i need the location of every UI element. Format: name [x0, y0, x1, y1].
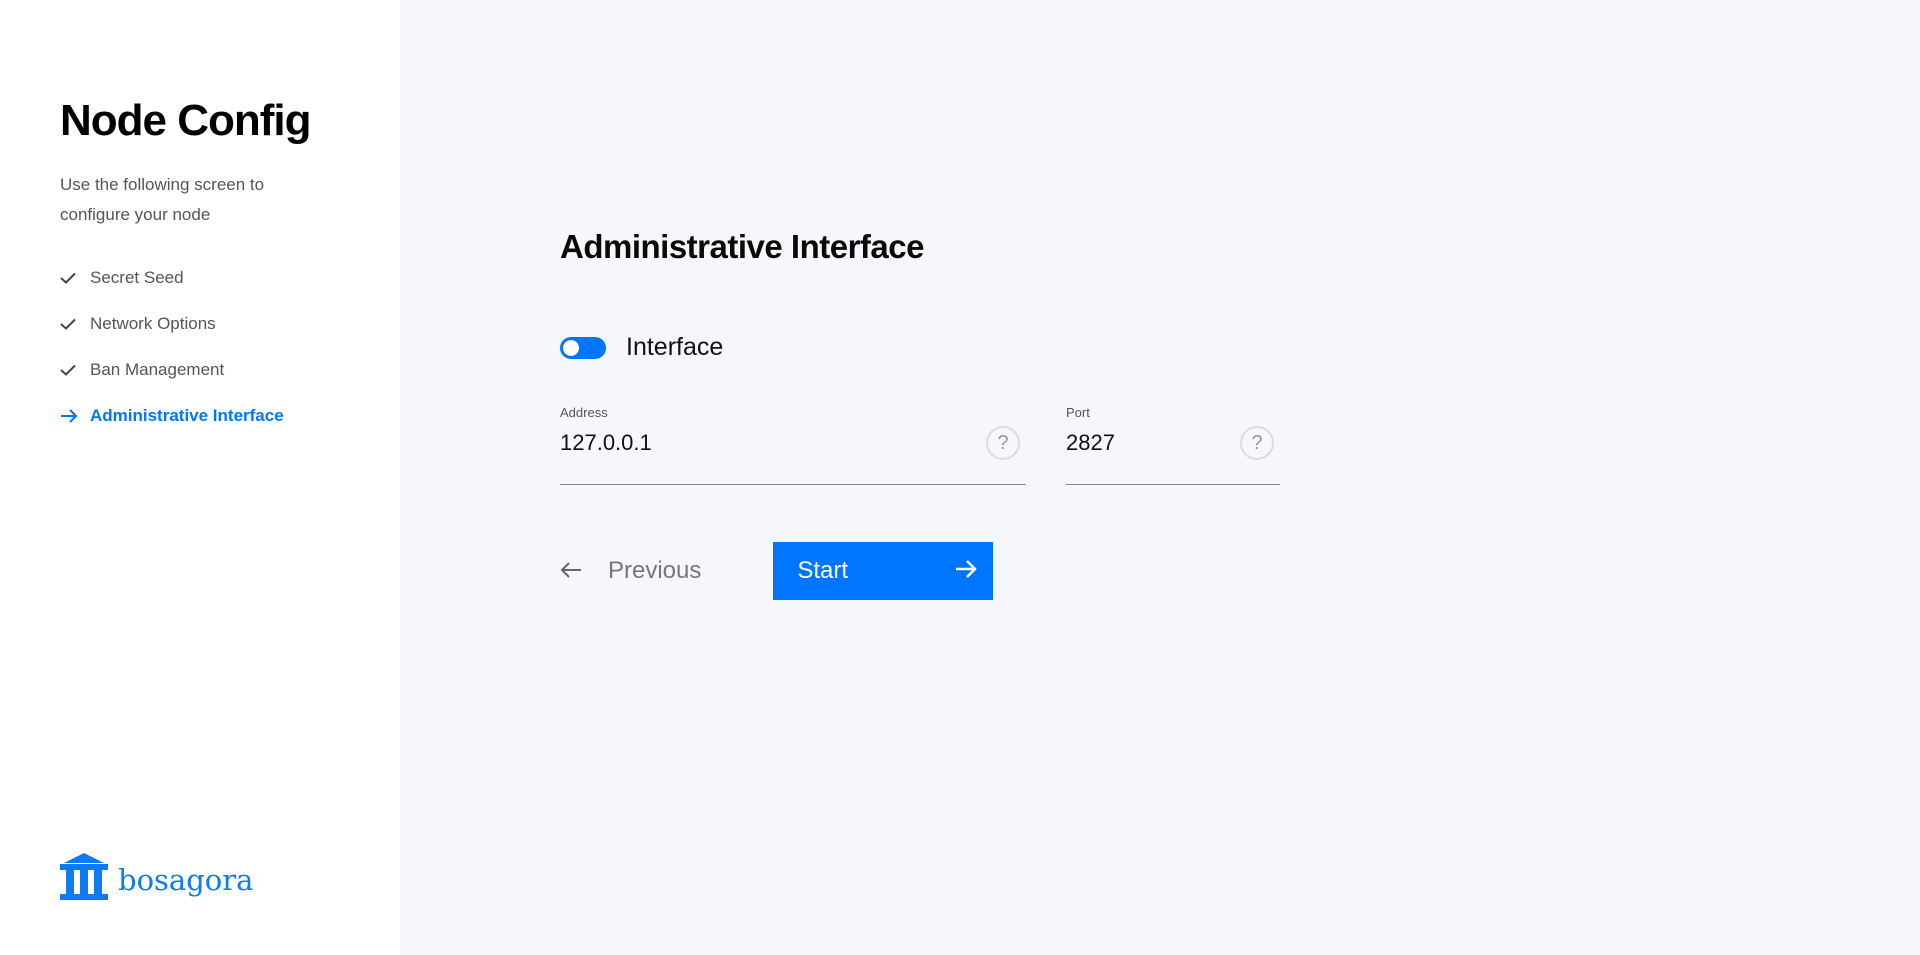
toggle-knob — [563, 339, 579, 356]
check-icon — [60, 364, 90, 376]
logo-text: bosagora — [118, 862, 254, 897]
sidebar-description: Use the following screen to configure yo… — [60, 175, 265, 224]
bosagora-logo: bosagora — [60, 852, 253, 905]
step-label: Administrative Interface — [90, 406, 284, 425]
previous-button[interactable]: Previous — [560, 542, 701, 600]
help-icon[interactable]: ? — [986, 426, 1020, 460]
step-label: Network Options — [90, 314, 216, 333]
navigation-row: Previous Start — [560, 542, 994, 600]
arrow-right-icon — [60, 409, 90, 423]
port-field: Port ? — [1066, 405, 1280, 485]
address-field: Address ? — [560, 405, 1026, 485]
start-label: Start — [797, 557, 849, 584]
check-icon — [60, 272, 90, 284]
start-button[interactable]: Start — [773, 542, 994, 600]
step-network-options[interactable]: Network Options — [60, 301, 284, 347]
sidebar-title: Node Config — [60, 96, 312, 145]
step-label: Secret Seed — [90, 268, 184, 287]
arrow-right-icon — [955, 557, 978, 585]
step-secret-seed[interactable]: Secret Seed — [60, 255, 284, 301]
sidebar: Node Config Use the following screen to … — [0, 0, 400, 955]
step-label: Ban Management — [90, 360, 225, 379]
help-icon[interactable]: ? — [1240, 426, 1274, 460]
port-input[interactable] — [1066, 430, 1238, 456]
toggle-label: Interface — [626, 333, 724, 361]
interface-toggle[interactable] — [560, 336, 606, 359]
check-icon — [60, 318, 90, 330]
previous-label: Previous — [608, 557, 702, 584]
arrow-left-icon — [560, 557, 582, 585]
address-label: Address — [560, 405, 608, 420]
step-list: Secret Seed Network Options Ban Manageme… — [60, 255, 284, 439]
step-administrative-interface[interactable]: Administrative Interface — [60, 393, 284, 439]
temple-icon — [60, 852, 108, 905]
interface-toggle-row: Interface — [560, 333, 723, 362]
page-title: Administrative Interface — [560, 228, 924, 265]
address-input[interactable] — [560, 430, 933, 456]
port-label: Port — [1066, 405, 1090, 420]
step-ban-management[interactable]: Ban Management — [60, 347, 284, 393]
